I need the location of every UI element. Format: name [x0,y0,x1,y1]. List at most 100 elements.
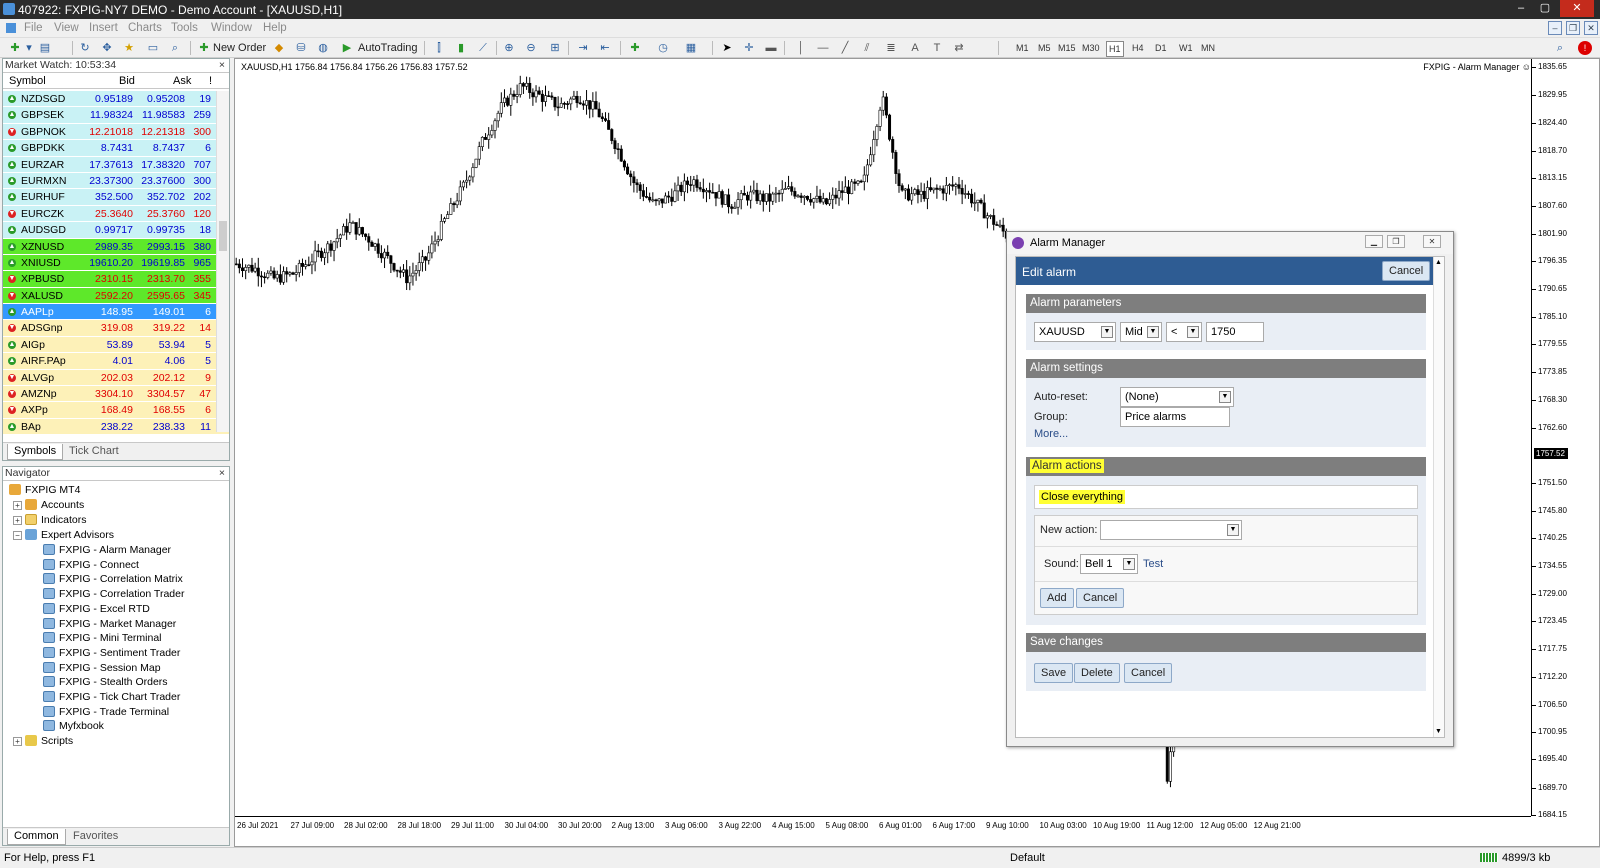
menu-help[interactable]: Help [263,22,287,34]
new-action-select[interactable]: ▼ [1100,520,1242,540]
new-order-icon[interactable]: ✚ [197,41,211,55]
more-link[interactable]: More... [1034,428,1068,440]
sound-select[interactable]: Bell 1 ▼ [1080,554,1138,574]
price-type-select[interactable]: Mid ▼ [1120,322,1162,342]
timeframe-m1[interactable]: M1 [1016,41,1029,55]
close-icon[interactable]: × [219,59,225,72]
group-input[interactable]: Price alarms [1120,407,1230,427]
market-watch-row[interactable]: ▲ EURMXN 23.37300 23.37600 300 [3,172,229,190]
timeframe-m5[interactable]: M5 [1038,41,1051,55]
nav-accounts[interactable]: Accounts [25,498,84,512]
data-window-icon[interactable]: ✥ [100,41,114,55]
timeframe-mn[interactable]: MN [1201,41,1215,55]
action-item[interactable]: Close everything [1039,490,1125,504]
bar-chart-icon[interactable]: ⫿ [432,41,446,55]
navigator-icon[interactable]: ★ [122,41,136,55]
delete-button[interactable]: Delete [1074,663,1120,683]
mdi-close-icon[interactable]: ✕ [1584,21,1598,35]
nav-indicators[interactable]: Indicators [25,513,87,527]
nav-expert-item[interactable]: FXPIG - Stealth Orders [43,675,168,689]
scroll-up-icon[interactable]: ▲ [1435,259,1442,266]
crosshair-icon[interactable]: ✛ [742,41,756,55]
maximize-button[interactable]: ▢ [1534,0,1556,17]
nav-root[interactable]: FXPIG MT4 [9,483,80,497]
nav-scripts[interactable]: Scripts [25,734,73,748]
menu-view[interactable]: View [54,22,79,34]
col-spread[interactable]: ! [209,75,212,87]
test-link[interactable]: Test [1143,558,1163,570]
autotrading-icon[interactable]: ▶ [340,41,354,55]
zoom-in-icon[interactable]: ⊕ [502,41,516,55]
dialog-maximize-icon[interactable]: ❐ [1387,235,1405,248]
market-watch-row[interactable]: ▲ XNIUSD 19610.20 19619.85 965 [3,254,229,272]
market-watch-icon[interactable]: ↻ [78,41,92,55]
tab-favorites[interactable]: Favorites [67,829,124,845]
terminal-icon[interactable]: ▭ [146,41,160,55]
dialog-scrollbar[interactable]: ▲ ▼ [1433,257,1444,737]
dialog-minimize-icon[interactable]: ▁ [1365,235,1383,248]
market-watch-row[interactable]: ▲ XZNUSD 2989.35 2993.15 380 [3,238,229,255]
market-watch-row[interactable]: ▲ GBPDKK 8.7431 8.7437 6 [3,140,229,157]
expand-icon[interactable]: + [13,737,22,746]
text-icon[interactable]: A [908,41,922,55]
autotrading-button[interactable]: AutoTrading [358,40,418,56]
market-watch-row[interactable]: ▲ AAPLp 148.95 149.01 6 [3,304,229,321]
tab-tick-chart[interactable]: Tick Chart [63,444,125,460]
expand-icon[interactable]: + [13,501,22,510]
scroll-thumb[interactable] [219,221,227,251]
auto-reset-select[interactable]: (None) ▼ [1120,387,1234,407]
nav-expert-item[interactable]: FXPIG - Connect [43,558,139,572]
market-watch-row[interactable]: ▲ AIGp 53.89 53.94 5 [3,336,229,354]
market-watch-row[interactable]: ▼ XALUSD 2592.20 2595.65 345 [3,287,229,305]
market-watch-row[interactable]: ▲ BAp 238.22 238.33 11 [3,418,229,436]
col-ask[interactable]: Ask [173,75,191,87]
close-button[interactable]: ✕ [1560,0,1594,17]
periods-icon[interactable]: ◷ [656,41,670,55]
nav-expert-item[interactable]: FXPIG - Sentiment Trader [43,646,180,660]
signals-icon[interactable]: ⛁ [294,41,308,55]
symbol-select[interactable]: XAUUSD ▼ [1034,322,1116,342]
mdi-restore-icon[interactable]: ❐ [1566,21,1580,35]
market-watch-row[interactable]: ▼ XPBUSD 2310.15 2313.70 355 [3,271,229,288]
tab-symbols[interactable]: Symbols [7,444,64,460]
horizontal-line-icon[interactable]: — [816,41,830,55]
text-label-icon[interactable]: T [930,41,944,55]
nav-expert-item[interactable]: FXPIG - Trade Terminal [43,705,169,719]
save-button[interactable]: Save [1034,663,1074,683]
market-watch-row[interactable]: ▲ AUDSGD 0.99717 0.99735 18 [3,222,229,239]
market-watch-row[interactable]: ▲ EURHUF 352.500 352.702 202 [3,189,229,206]
market-watch-row[interactable]: ▲ NZDSGD 0.95189 0.95208 19 [3,91,229,108]
metaeditor-icon[interactable]: ◆ [272,41,286,55]
search-icon[interactable]: ⌕ [1553,41,1567,55]
nav-expert-item[interactable]: FXPIG - Correlation Trader [43,587,184,601]
cursor-icon[interactable]: ➤ [720,41,734,55]
mdi-minimize-icon[interactable]: – [1548,21,1562,35]
cancel-top-button[interactable]: Cancel [1382,261,1431,281]
menu-insert[interactable]: Insert [89,22,118,34]
strategy-tester-icon[interactable]: ⌕ [168,41,182,55]
autoscroll-icon[interactable]: ⇥ [576,41,590,55]
nav-expert-item[interactable]: Myfxbook [43,719,104,733]
market-watch-row[interactable]: ▼ AXPp 168.49 168.55 6 [3,402,229,419]
market-watch-scrollbar[interactable] [216,91,229,432]
vertical-line-icon[interactable]: │ [794,41,808,55]
collapse-icon[interactable]: − [13,531,22,540]
col-symbol[interactable]: Symbol [9,75,46,87]
market-watch-row[interactable]: ▼ ADSGnp 319.08 319.22 14 [3,320,229,337]
timeframe-d1[interactable]: D1 [1155,41,1167,55]
market-watch-row[interactable]: ▼ GBPNOK 12.21018 12.21318 300 [3,123,229,141]
cancel-button[interactable]: Cancel [1124,663,1173,683]
line-chart-icon[interactable]: ⟋ [476,41,490,55]
tab-common[interactable]: Common [7,829,66,845]
candlestick-icon[interactable]: ▮ [454,41,468,55]
nav-expert-advisors[interactable]: Expert Advisors [25,528,114,542]
timeframe-m30[interactable]: M30 [1082,41,1100,55]
close-icon[interactable]: × [219,467,225,480]
market-watch-row[interactable]: ▲ AIRF.PAp 4.01 4.06 5 [3,353,229,370]
add-action-button[interactable]: Add [1040,588,1074,608]
timeframe-h1[interactable]: H1 [1106,41,1124,57]
templates-icon[interactable]: ▦ [684,41,698,55]
market-watch-row[interactable]: ▲ GBPSEK 11.98324 11.98583 259 [3,107,229,124]
dropdown-icon[interactable]: ▾ [22,41,36,55]
nav-expert-item[interactable]: FXPIG - Correlation Matrix [43,572,183,586]
